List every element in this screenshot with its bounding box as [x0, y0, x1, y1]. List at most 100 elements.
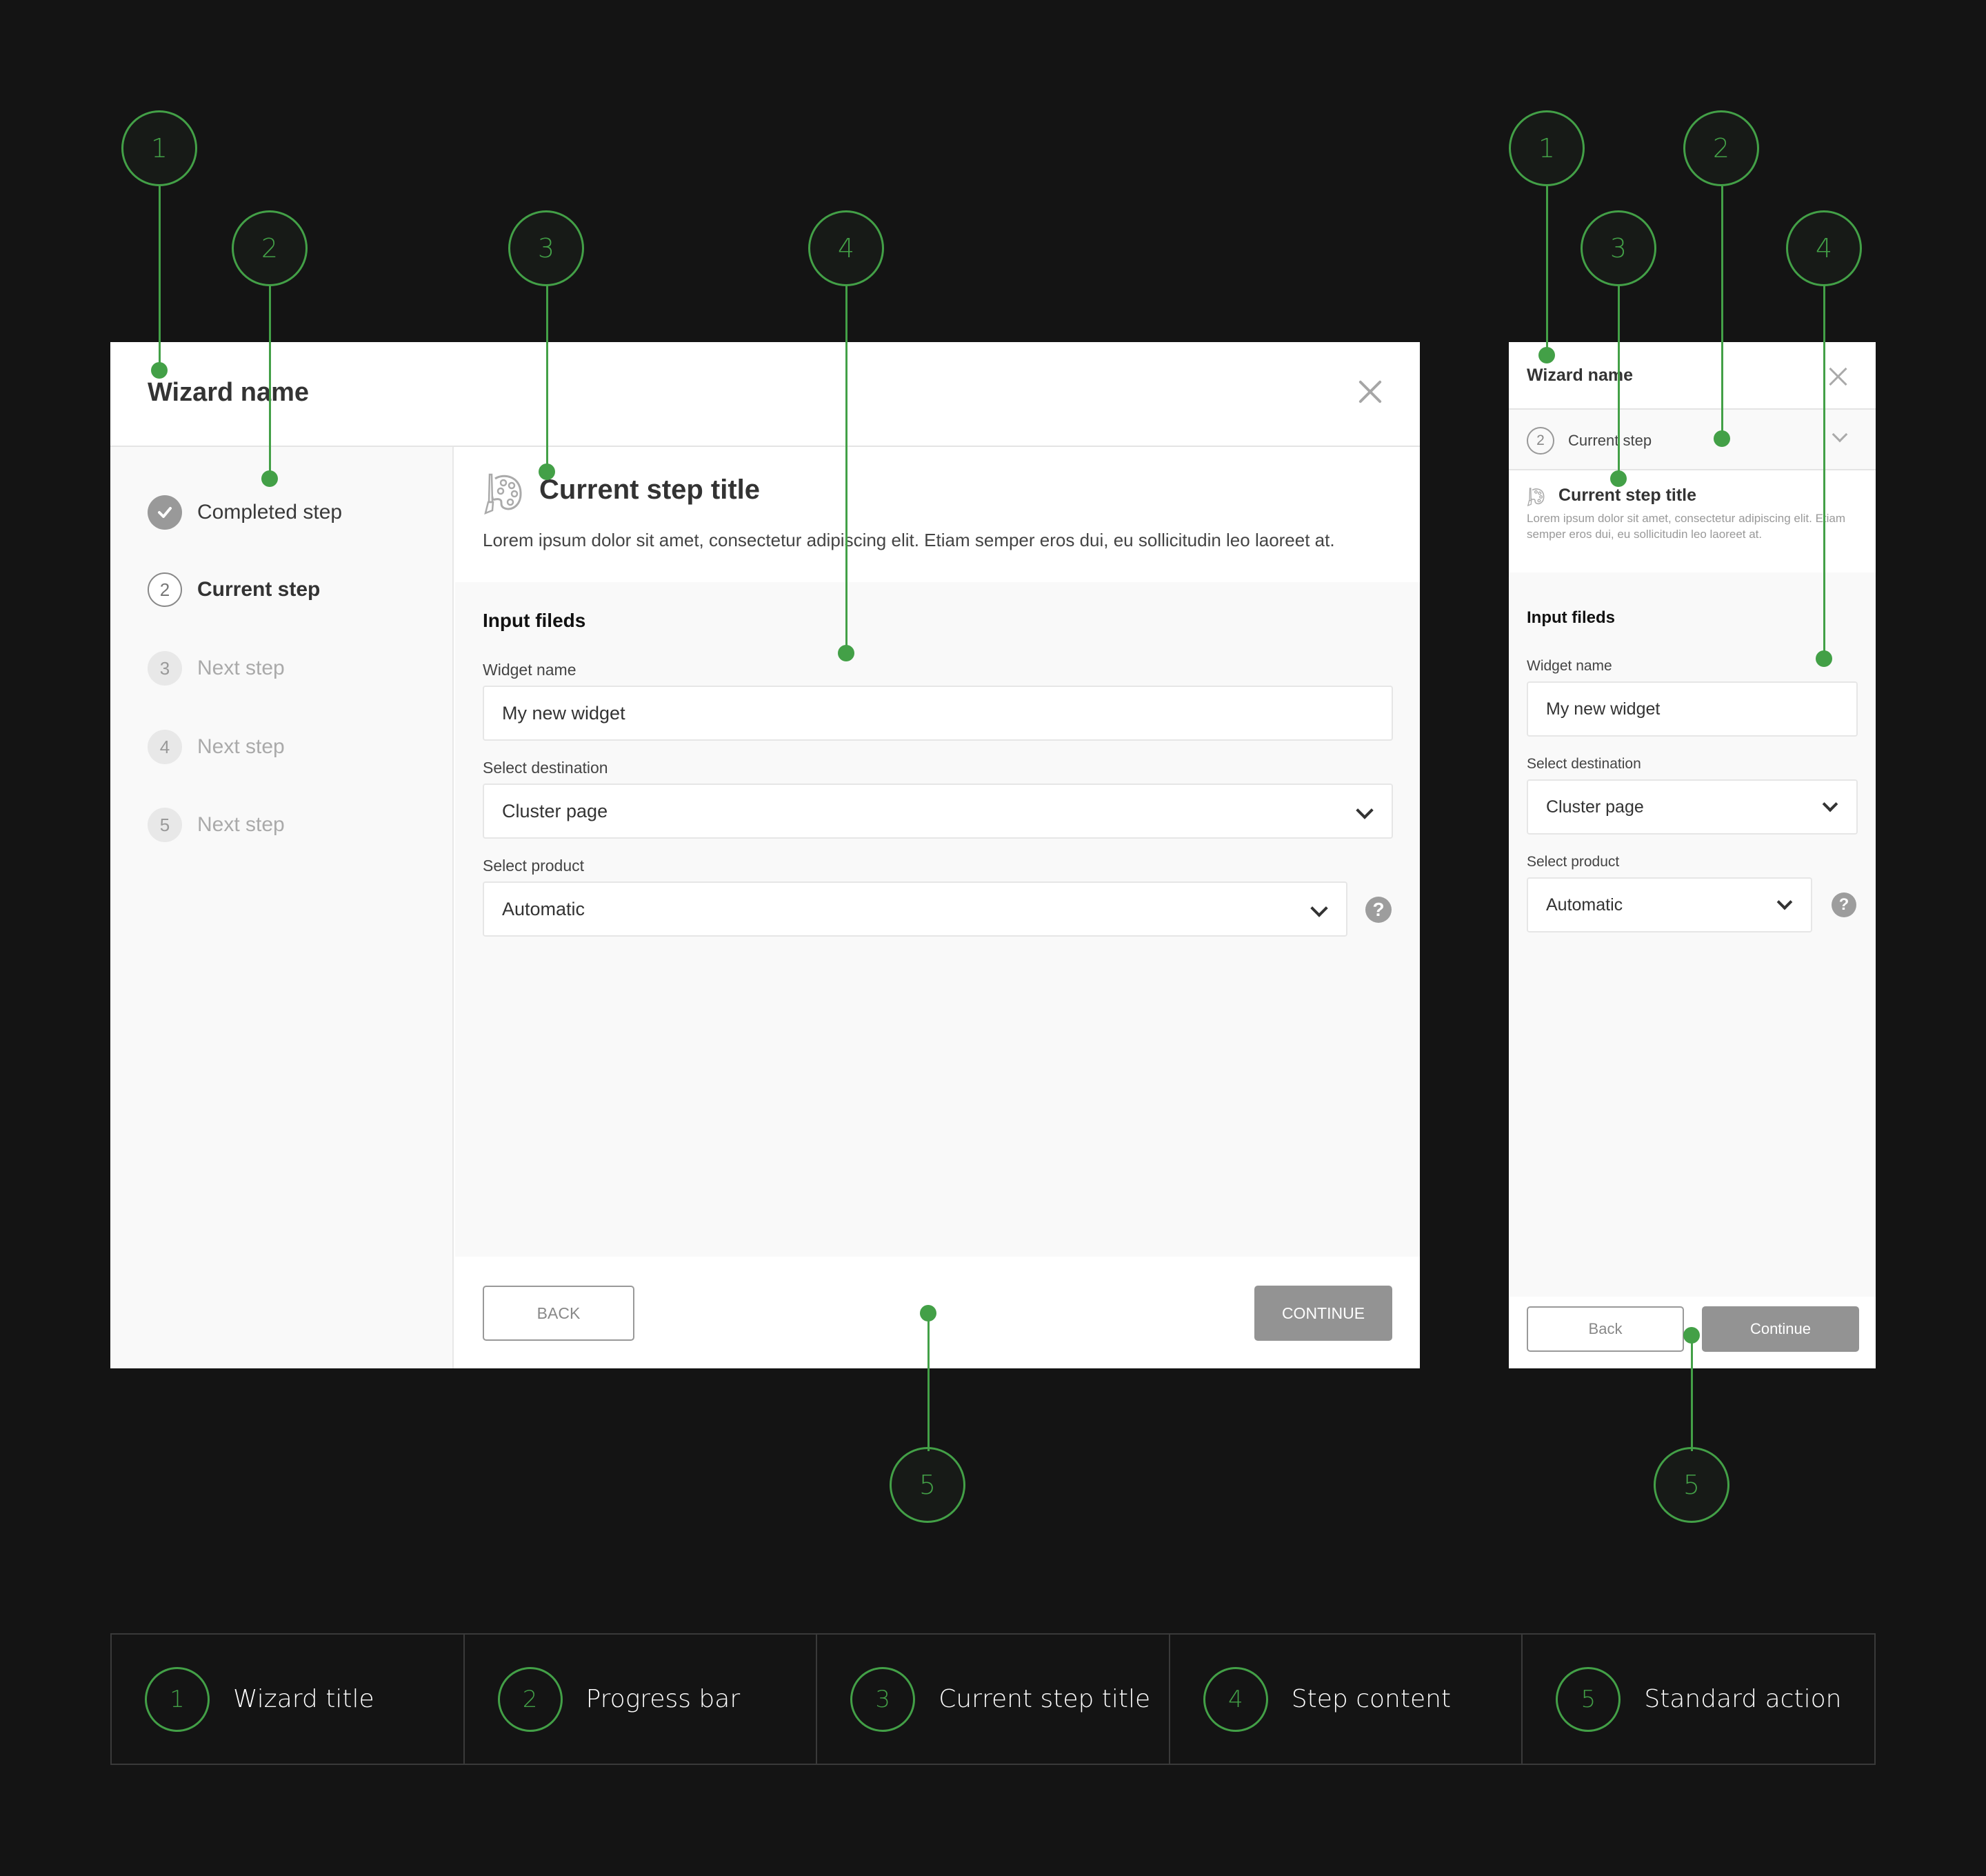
- step-panel: Current step title Lorem ipsum dolor sit…: [455, 447, 1420, 1368]
- callout-dot: [1714, 430, 1730, 447]
- help-icon[interactable]: ?: [1365, 897, 1392, 923]
- callout-2: 2: [232, 210, 308, 286]
- callout-1: 1: [1509, 110, 1585, 186]
- step-item-next[interactable]: 4 Next step: [148, 730, 285, 764]
- legend-number: 3: [850, 1666, 916, 1732]
- product-select[interactable]: Automatic: [1527, 877, 1812, 932]
- step-header: Current step title Lorem ipsum dolor sit…: [455, 447, 1420, 582]
- callout-line: [546, 286, 548, 472]
- chevron-down-icon: [1832, 426, 1848, 443]
- destination-select[interactable]: Cluster page: [1527, 779, 1858, 835]
- step-item-current[interactable]: 2 Current step: [148, 572, 320, 607]
- callout-dot: [838, 645, 854, 661]
- step-description: Lorem ipsum dolor sit amet, consectetur …: [1527, 512, 1846, 541]
- callout-line: [845, 286, 847, 653]
- legend-item: 4 Step content: [1170, 1635, 1523, 1764]
- step-number: 5: [148, 808, 182, 842]
- step-description: Lorem ipsum dolor sit amet, consectetur …: [483, 530, 1335, 550]
- destination-value: Cluster page: [502, 800, 608, 821]
- legend-item: 2 Progress bar: [465, 1635, 818, 1764]
- legend-number: 1: [145, 1666, 210, 1732]
- step-label: Current step: [1568, 432, 1652, 449]
- product-select[interactable]: Automatic: [483, 881, 1347, 937]
- destination-label: Select destination: [1527, 756, 1641, 772]
- wizard-header: Wizard name: [110, 342, 1420, 447]
- widget-name-label: Widget name: [1527, 658, 1612, 674]
- callout-dot: [920, 1305, 936, 1321]
- chevron-down-icon: [1310, 899, 1328, 917]
- widget-name-input[interactable]: My new widget: [483, 686, 1393, 741]
- mobile-wizard-dialog: Wizard name 2 Current step Current step …: [1509, 342, 1876, 1368]
- chevron-down-icon: [1822, 796, 1838, 812]
- legend-label: Current step title: [939, 1685, 1151, 1713]
- widget-name-input[interactable]: My new widget: [1527, 681, 1858, 737]
- destination-select[interactable]: Cluster page: [483, 784, 1393, 839]
- callout-line: [1721, 186, 1723, 439]
- continue-button[interactable]: CONTINUE: [1254, 1286, 1392, 1341]
- current-step-title: Current step title: [1558, 486, 1697, 505]
- destination-value: Cluster page: [1546, 797, 1644, 817]
- current-step-title: Current step title: [539, 475, 761, 505]
- close-icon[interactable]: [1829, 367, 1848, 386]
- callout-dot: [1816, 650, 1832, 667]
- product-label: Select product: [1527, 854, 1620, 870]
- palette-icon: [484, 473, 522, 515]
- step-label: Current step: [197, 578, 321, 601]
- callout-dot: [261, 470, 278, 487]
- legend-label: Step content: [1291, 1685, 1452, 1713]
- callout-line: [1618, 286, 1620, 479]
- progress-sidebar: Completed step 2 Current step 3 Next ste…: [110, 447, 454, 1368]
- wizard-title: Wizard name: [148, 378, 310, 407]
- section-title: Input fileds: [1527, 608, 1615, 627]
- step-header: Current step title Lorem ipsum dolor sit…: [1509, 470, 1876, 572]
- step-item-next[interactable]: 3 Next step: [148, 651, 285, 686]
- callout-5: 5: [890, 1447, 965, 1523]
- legend-item: 5 Standard action: [1523, 1635, 1874, 1764]
- callout-3: 3: [1581, 210, 1656, 286]
- callout-dot: [539, 463, 555, 480]
- callout-3: 3: [508, 210, 584, 286]
- widget-name-label: Widget name: [483, 661, 576, 679]
- step-item-completed[interactable]: Completed step: [148, 495, 342, 530]
- callout-1: 1: [121, 110, 197, 186]
- legend-number: 2: [497, 1666, 563, 1732]
- product-label: Select product: [483, 857, 585, 875]
- callout-line: [1691, 1335, 1693, 1451]
- callout-5: 5: [1654, 1447, 1729, 1523]
- step-label: Next step: [197, 813, 285, 836]
- close-icon[interactable]: [1356, 378, 1384, 406]
- progress-dropdown[interactable]: 2 Current step: [1509, 410, 1876, 470]
- callout-dot: [1610, 470, 1627, 487]
- continue-button[interactable]: Continue: [1702, 1306, 1859, 1352]
- callout-4: 4: [1786, 210, 1862, 286]
- chevron-down-icon: [1776, 894, 1793, 910]
- check-icon: [148, 495, 182, 530]
- legend-number: 5: [1556, 1666, 1621, 1732]
- step-content: Input fileds Widget name My new widget S…: [455, 582, 1420, 1257]
- widget-name-value: My new widget: [1546, 699, 1661, 719]
- callout-line: [927, 1313, 930, 1451]
- legend-label: Progress bar: [585, 1685, 741, 1713]
- legend-item: 1 Wizard title: [112, 1635, 465, 1764]
- back-button[interactable]: BACK: [483, 1286, 634, 1341]
- callout-line: [159, 186, 161, 370]
- step-content: Input fileds Widget name My new widget S…: [1509, 572, 1876, 1297]
- widget-name-value: My new widget: [502, 702, 625, 724]
- back-button[interactable]: Back: [1527, 1306, 1684, 1352]
- wizard-title: Wizard name: [1527, 366, 1633, 385]
- callout-dot: [151, 362, 168, 379]
- step-item-next[interactable]: 5 Next step: [148, 808, 285, 842]
- step-label: Next step: [197, 657, 285, 679]
- step-number: 2: [148, 572, 182, 607]
- callout-4: 4: [808, 210, 884, 286]
- help-icon[interactable]: ?: [1832, 892, 1856, 917]
- callout-line: [1546, 186, 1548, 355]
- callout-line: [269, 286, 271, 479]
- step-label: Completed step: [197, 501, 343, 523]
- callout-2: 2: [1683, 110, 1759, 186]
- destination-label: Select destination: [483, 759, 608, 777]
- step-number: 3: [148, 651, 182, 686]
- chevron-down-icon: [1356, 801, 1374, 819]
- section-title: Input fileds: [483, 610, 586, 631]
- callout-line: [1823, 286, 1825, 659]
